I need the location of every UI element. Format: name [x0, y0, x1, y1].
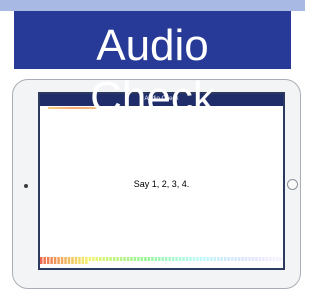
meter-segment: [220, 257, 223, 261]
audio-prompt: Say 1, 2, 3, 4.: [133, 179, 190, 189]
meter-segment: [71, 257, 74, 264]
audio-check-view: Audio Check Audio Check Say 1, 2, 3, 4.: [0, 0, 305, 291]
meter-segment: [265, 257, 269, 261]
meter-segment: [258, 257, 262, 261]
meter-segment: [109, 257, 112, 261]
meter-segment: [241, 257, 244, 261]
meter-segment: [272, 257, 276, 261]
meter-segment: [175, 257, 178, 261]
audio-level-meter: [40, 257, 283, 264]
meter-segment: [161, 257, 164, 261]
meter-segment: [81, 257, 85, 264]
meter-segment: [46, 257, 50, 264]
meter-segment: [203, 257, 206, 261]
meter-segment: [164, 257, 168, 261]
meter-segment: [217, 257, 220, 261]
meter-segment: [92, 257, 95, 261]
meter-segment: [185, 257, 189, 261]
page-title: Audio Check: [90, 21, 215, 122]
meter-segment: [227, 257, 230, 261]
meter-segment: [126, 257, 130, 261]
meter-segment: [119, 257, 123, 261]
meter-segment: [116, 257, 119, 261]
meter-segment: [88, 257, 92, 261]
meter-segment: [154, 257, 158, 261]
meter-segment: [137, 257, 140, 261]
meter-segment: [192, 257, 196, 261]
meter-segment: [251, 257, 255, 261]
meter-segment: [144, 257, 147, 261]
meter-segment: [43, 257, 46, 264]
meter-segment: [64, 257, 67, 264]
meter-segment: [50, 257, 53, 264]
audio-level-meter-graphic: [40, 257, 282, 264]
home-button-icon[interactable]: [287, 179, 298, 190]
meter-segment: [276, 257, 279, 261]
meter-segment: [85, 257, 88, 264]
top-strip: [0, 0, 305, 11]
meter-segment: [255, 257, 258, 261]
meter-segment: [237, 257, 241, 261]
meter-segment: [230, 257, 234, 261]
meter-segment: [140, 257, 144, 261]
meter-segment: [102, 257, 105, 261]
meter-segment: [178, 257, 182, 261]
meter-segment: [130, 257, 133, 261]
meter-segment: [248, 257, 251, 261]
meter-segment: [244, 257, 248, 261]
meter-segment: [105, 257, 109, 261]
meter-segment: [112, 257, 116, 261]
meter-segment: [213, 257, 217, 261]
meter-segment: [223, 257, 227, 261]
meter-segment: [210, 257, 213, 261]
meter-segment: [147, 257, 151, 261]
meter-segment: [196, 257, 199, 261]
meter-segment: [123, 257, 126, 261]
meter-segment: [189, 257, 192, 261]
meter-segment: [279, 257, 282, 261]
meter-segment: [78, 257, 81, 264]
meter-segment: [269, 257, 272, 261]
meter-segment: [182, 257, 185, 261]
meter-segment: [74, 257, 78, 264]
meter-segment: [57, 257, 60, 264]
meter-segment: [206, 257, 210, 261]
meter-segment: [168, 257, 171, 261]
meter-segment: [67, 257, 71, 264]
meter-segment: [158, 257, 161, 261]
meter-segment: [199, 257, 203, 261]
meter-segment: [234, 257, 237, 261]
meter-segment: [95, 257, 99, 261]
meter-segment: [53, 257, 57, 264]
meter-segment: [40, 257, 43, 264]
meter-segment: [151, 257, 154, 261]
meter-segment: [262, 257, 265, 261]
meter-segment: [171, 257, 175, 261]
meter-segment: [133, 257, 137, 261]
camera-dot-icon: [24, 184, 28, 188]
meter-segment: [99, 257, 102, 261]
meter-segment: [60, 257, 64, 264]
